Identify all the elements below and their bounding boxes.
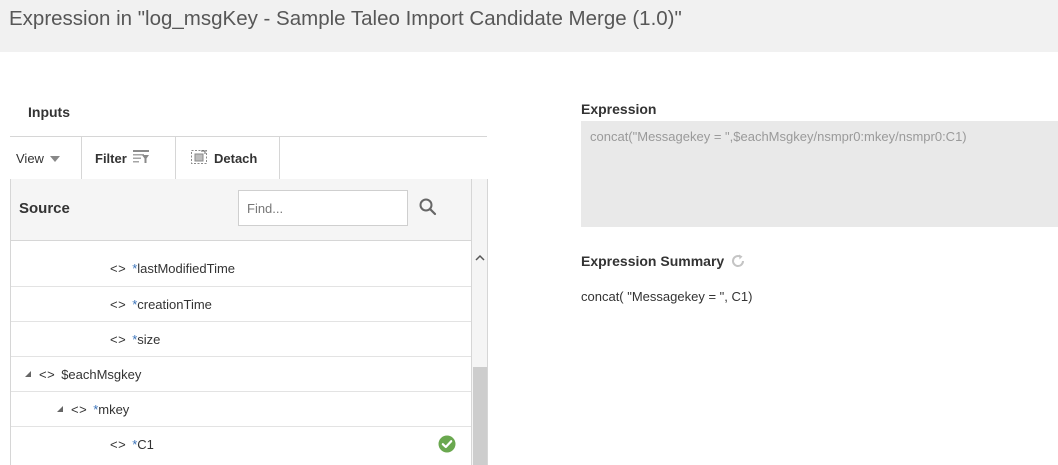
tree-node-creationtime[interactable]: <> * creationTime bbox=[11, 286, 471, 321]
expression-summary-label: Expression Summary bbox=[581, 253, 746, 269]
dialog-header: Expression in "log_msgKey - Sample Taleo… bbox=[0, 0, 1058, 52]
refresh-icon[interactable] bbox=[730, 253, 746, 269]
expand-triangle-icon[interactable] bbox=[25, 371, 31, 377]
expression-summary-text: concat( "Messagekey = ", C1) bbox=[581, 289, 753, 304]
tree-node-label: C1 bbox=[137, 436, 154, 452]
tree-node-label: creationTime bbox=[137, 296, 212, 312]
detach-label: Detach bbox=[214, 151, 258, 166]
view-menu-button[interactable]: View bbox=[10, 137, 82, 180]
element-tag-icon: <> bbox=[71, 401, 88, 417]
tree-node-label: $eachMsgkey bbox=[61, 366, 142, 382]
tree-node-label: lastModifiedTime bbox=[137, 261, 236, 276]
search-icon[interactable] bbox=[418, 197, 438, 217]
tree-scrollbar[interactable] bbox=[471, 179, 488, 465]
element-tag-icon: <> bbox=[110, 261, 127, 276]
detach-icon bbox=[190, 149, 208, 168]
scroll-up-icon[interactable] bbox=[475, 249, 485, 261]
filter-label: Filter bbox=[95, 151, 127, 166]
tree-node-label: size bbox=[137, 331, 161, 347]
element-tag-icon: <> bbox=[39, 366, 56, 382]
inputs-label: Inputs bbox=[28, 104, 70, 120]
check-circle-icon bbox=[438, 435, 456, 453]
element-tag-icon: <> bbox=[110, 296, 127, 312]
view-label: View bbox=[16, 151, 44, 166]
expression-label: Expression bbox=[581, 101, 657, 117]
chevron-down-icon bbox=[49, 155, 60, 162]
tree-node-mkey[interactable]: <> * mkey bbox=[11, 391, 471, 426]
tree-node-c1[interactable]: <> * C1 bbox=[11, 426, 471, 461]
expression-summary-title: Expression Summary bbox=[581, 253, 725, 269]
tree-node-size[interactable]: <> * size bbox=[11, 321, 471, 356]
tree-node-label: mkey bbox=[98, 401, 130, 417]
tree-node-eachmsgkey[interactable]: <> $eachMsgkey bbox=[11, 356, 471, 391]
element-tag-icon: <> bbox=[110, 331, 127, 347]
filter-button[interactable]: Filter bbox=[82, 137, 176, 180]
detach-button[interactable]: Detach bbox=[176, 137, 280, 180]
element-tag-icon: <> bbox=[110, 436, 127, 452]
source-label: Source bbox=[19, 200, 70, 217]
source-tree: <> * lastModifiedTime <> * creationTime <> * siz… bbox=[11, 251, 471, 461]
expression-editor[interactable]: concat("Messagekey = ",$eachMsgkey/nsmpr… bbox=[581, 121, 1058, 227]
source-tree-panel: Source <>*lastModifiedTime<>*creationTim… bbox=[10, 179, 471, 465]
filter-icon bbox=[132, 149, 150, 168]
find-input[interactable] bbox=[238, 190, 408, 226]
source-header: Source bbox=[11, 179, 471, 241]
expression-text: concat("Messagekey = ",$eachMsgkey/nsmpr… bbox=[590, 129, 967, 144]
scrollbar-thumb[interactable] bbox=[473, 367, 487, 465]
dialog-title: Expression in "log_msgKey - Sample Taleo… bbox=[9, 7, 682, 30]
tree-node-lastmodifiedtime[interactable]: <> * lastModifiedTime bbox=[11, 251, 471, 286]
inputs-toolbar: View Filter Detach bbox=[10, 136, 487, 180]
expand-triangle-icon[interactable] bbox=[57, 406, 63, 412]
